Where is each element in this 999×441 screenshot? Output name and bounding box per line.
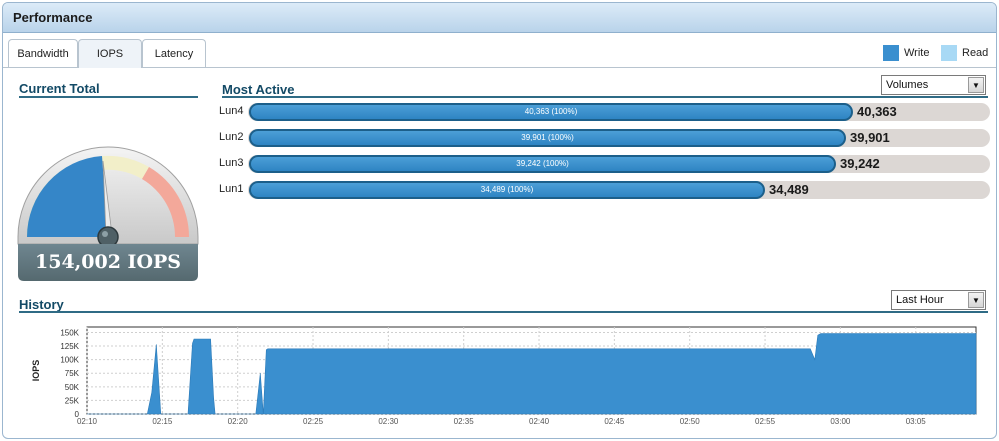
most-active-bar-value: 40,363 [857, 104, 897, 119]
iops-gauge: 154,002 IOPS [17, 143, 199, 281]
most-active-row-name: Lun4 [219, 105, 244, 117]
history-title: History [19, 297, 64, 312]
legend-write-label: Write [904, 47, 930, 59]
y-tick-label: 25K [65, 396, 80, 405]
tab-latency[interactable]: Latency [142, 39, 206, 67]
most-active-row: Lun4 40,363 (100%) 40,363 [219, 103, 991, 121]
history-range-select-value: Last Hour [896, 294, 944, 306]
tab-iops-label: IOPS [96, 48, 124, 60]
tab-bandwidth[interactable]: Bandwidth [8, 39, 78, 67]
gauge-hub-highlight [102, 231, 108, 237]
most-active-select[interactable]: Volumes ▼ [881, 75, 986, 95]
most-active-row-name: Lun3 [219, 157, 244, 169]
history-chart: 0 25K 50K 75K 100K 125K 150K 02:10 02:15 02:20 02:… [23, 323, 983, 438]
legend-write-swatch [883, 45, 899, 61]
most-active-row-name: Lun2 [219, 131, 244, 143]
x-tick-label: 02:15 [152, 417, 173, 426]
y-tick-label: 50K [65, 383, 80, 392]
panel-title: Performance [13, 10, 93, 25]
y-tick-label: 100K [60, 356, 79, 365]
x-tick-label: 02:20 [228, 417, 249, 426]
current-total-rule [19, 96, 198, 98]
chevron-down-icon[interactable]: ▼ [968, 77, 984, 93]
most-active-bar-fill[interactable]: 40,363 (100%) [249, 103, 853, 121]
performance-panel: Performance Bandwidth IOPS Latency Write… [2, 2, 997, 439]
x-tick-label: 02:25 [303, 417, 324, 426]
tab-bandwidth-label: Bandwidth [17, 47, 69, 60]
history-range-select[interactable]: Last Hour ▼ [891, 290, 986, 310]
most-active-bar-inner-label: 39,242 (100%) [516, 159, 569, 168]
current-total-value: 154,002 IOPS [35, 251, 181, 273]
x-tick-label: 02:55 [755, 417, 776, 426]
panel-titlebar: Performance [3, 3, 996, 33]
history-rule [19, 311, 988, 313]
most-active-bar-inner-label: 39,901 (100%) [521, 133, 574, 142]
x-tick-label: 02:45 [604, 417, 625, 426]
tab-iops[interactable]: IOPS [78, 39, 142, 68]
most-active-rule [222, 96, 988, 98]
legend-read-swatch [941, 45, 957, 61]
tab-latency-label: Latency [154, 47, 194, 60]
x-tick-label: 02:50 [680, 417, 701, 426]
most-active-row: Lun1 34,489 (100%) 34,489 [219, 181, 991, 199]
most-active-bar-fill[interactable]: 34,489 (100%) [249, 181, 765, 199]
most-active-bar-value: 39,901 [850, 130, 890, 145]
most-active-bar-value: 39,242 [840, 156, 880, 171]
x-tick-label: 03:05 [906, 417, 927, 426]
x-tick-label: 03:00 [830, 417, 851, 426]
most-active-bar-inner-label: 34,489 (100%) [480, 185, 534, 194]
most-active-bar-fill[interactable]: 39,242 (100%) [249, 155, 836, 173]
legend-read-label: Read [962, 47, 989, 59]
y-tick-label: 125K [60, 342, 79, 351]
x-tick-label: 02:35 [454, 417, 475, 426]
y-axis-label: IOPS [31, 360, 41, 382]
chevron-down-icon[interactable]: ▼ [968, 292, 984, 308]
x-tick-label: 02:10 [77, 417, 98, 426]
most-active-title: Most Active [222, 82, 295, 97]
most-active-row: Lun3 39,242 (100%) 39,242 [219, 155, 991, 173]
most-active-bar-fill[interactable]: 39,901 (100%) [249, 129, 846, 147]
history-chart-svg: 025K50K75K100K125K150K02:10 02:15 02:20 02:… [31, 326, 977, 426]
y-tick-label: 150K [60, 328, 79, 337]
current-total-title: Current Total [19, 81, 100, 96]
most-active-bar-value: 34,489 [769, 182, 809, 197]
y-tick-label: 75K [65, 369, 80, 378]
gauge-fill-sector [26, 156, 108, 237]
most-active-row: Lun2 39,901 (100%) 39,901 [219, 129, 991, 147]
most-active-select-value: Volumes [886, 79, 929, 91]
most-active-bar-inner-label: 40,363 (100%) [524, 107, 578, 116]
most-active-row-name: Lun1 [219, 183, 244, 195]
tab-divider [3, 67, 996, 68]
x-tick-label: 02:30 [378, 417, 399, 426]
x-tick-label: 02:40 [529, 417, 550, 426]
